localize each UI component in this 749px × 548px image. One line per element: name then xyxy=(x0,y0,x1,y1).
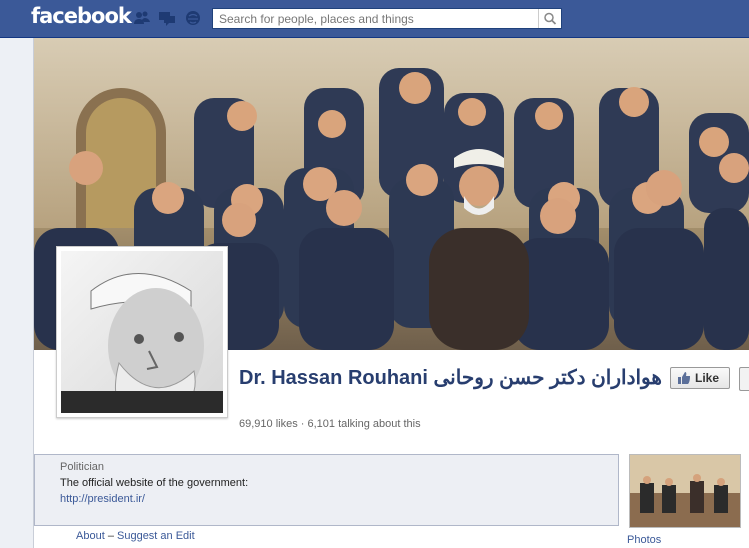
profile-photo-image xyxy=(61,251,223,413)
friend-requests-icon[interactable] xyxy=(133,10,151,26)
more-options-button[interactable] xyxy=(739,367,749,391)
messages-icon[interactable] xyxy=(158,10,176,26)
page-stats: 69,910 likes · 6,101 talking about this xyxy=(239,418,421,430)
search-button[interactable] xyxy=(538,9,561,28)
suggest-edit-link[interactable]: Suggest an Edit xyxy=(117,530,195,542)
top-navigation-bar: facebook xyxy=(0,0,749,38)
notifications-icon[interactable] xyxy=(184,10,202,26)
search-input[interactable] xyxy=(213,9,545,28)
facebook-logo[interactable]: facebook xyxy=(31,4,132,28)
page-title-english[interactable]: Dr. Hassan Rouhani xyxy=(239,367,428,389)
search-icon xyxy=(544,12,557,25)
like-thumb-icon xyxy=(678,372,690,384)
like-button[interactable]: Like xyxy=(670,367,730,389)
page-category: Politician xyxy=(60,461,105,473)
page-content: Dr. Hassan Rouhani هواداران دکتر حسن روح… xyxy=(34,38,749,548)
page-title: Dr. Hassan Rouhani هواداران دکتر حسن روح… xyxy=(239,366,669,390)
like-button-label: Like xyxy=(695,371,720,385)
about-links: About – Suggest an Edit xyxy=(76,530,195,542)
page-title-persian[interactable]: هواداران دکتر حسن روحانی xyxy=(434,367,662,389)
about-link[interactable]: About xyxy=(76,530,105,542)
profile-picture[interactable] xyxy=(56,246,228,418)
page-description: The official website of the government: xyxy=(60,477,249,489)
photos-label[interactable]: Photos xyxy=(627,534,661,546)
photos-thumbnail[interactable] xyxy=(629,454,741,528)
website-link[interactable]: http://president.ir/ xyxy=(60,493,145,505)
about-info-box: Politician The official website of the g… xyxy=(34,454,619,526)
link-separator: – xyxy=(107,530,114,542)
left-rail xyxy=(0,38,34,548)
search-box xyxy=(212,8,562,29)
